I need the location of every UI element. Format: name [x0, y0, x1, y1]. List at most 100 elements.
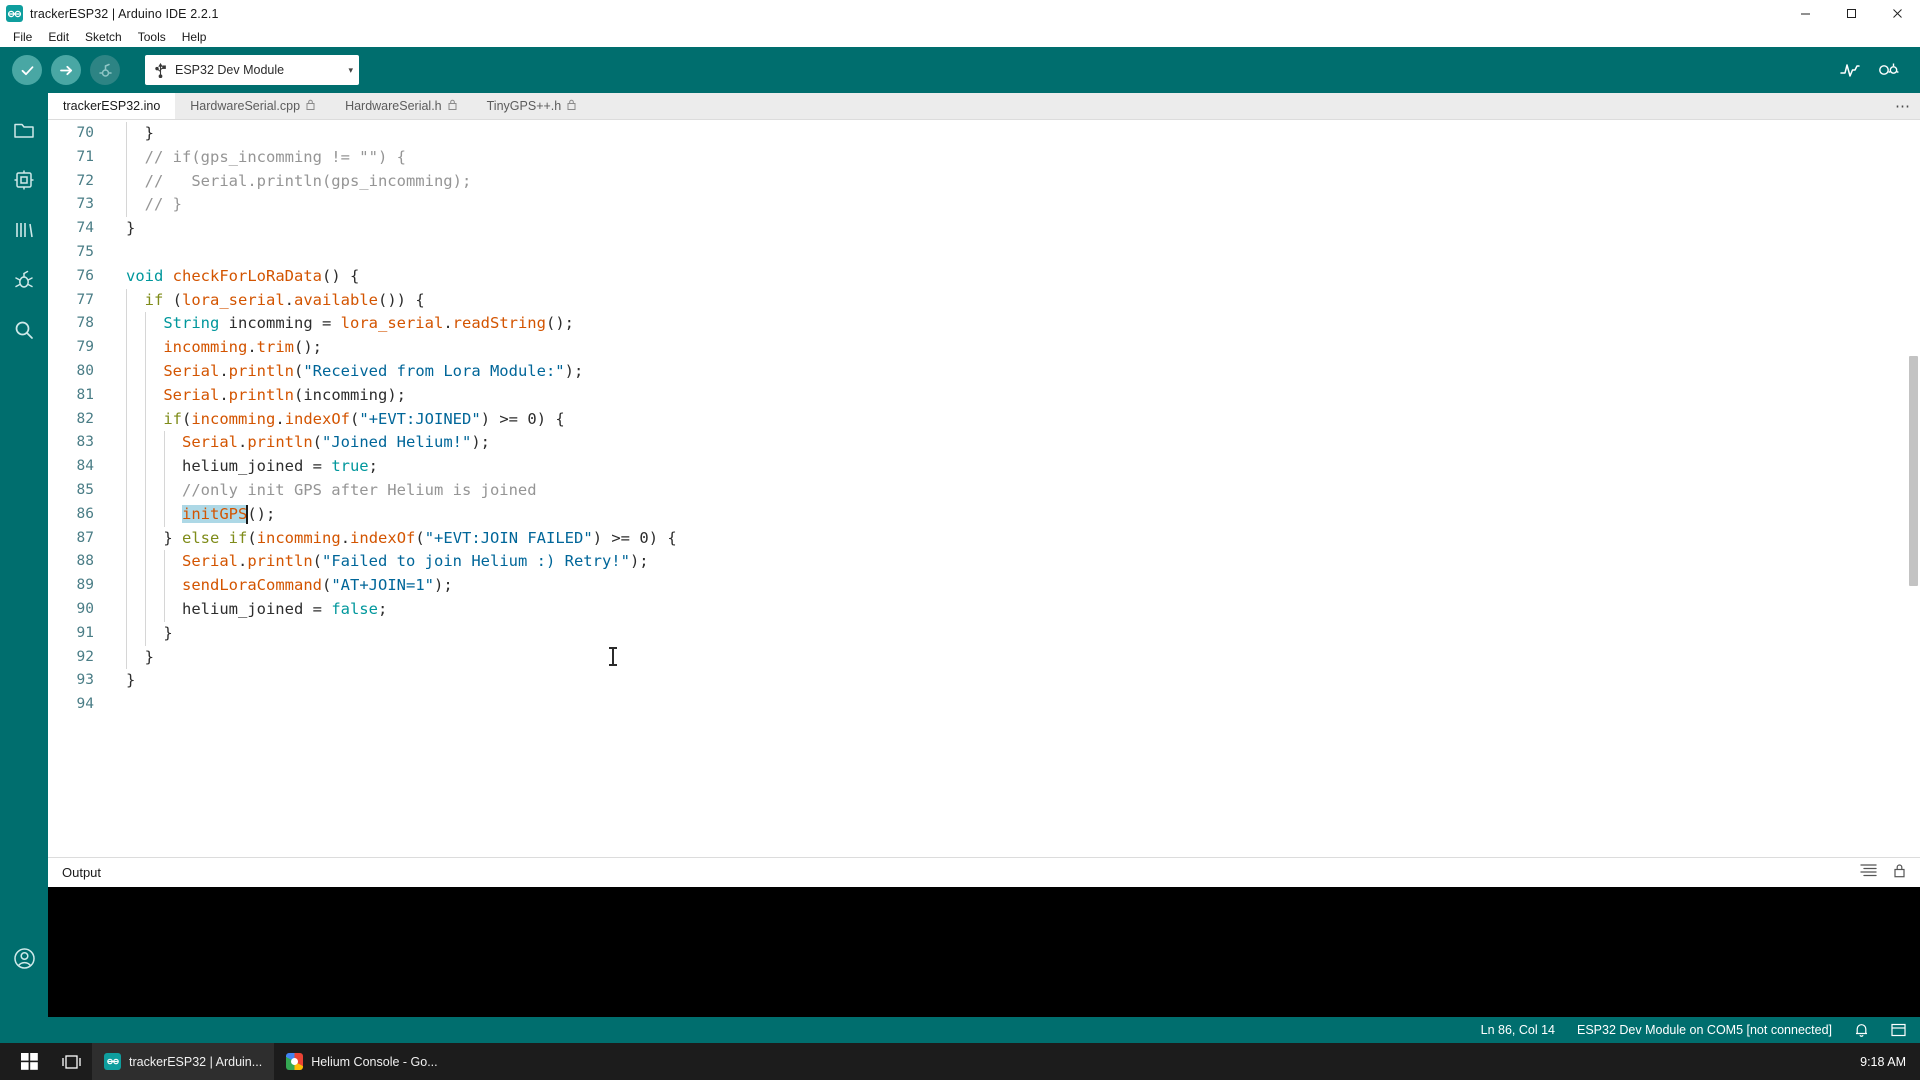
code-line[interactable]: 78 String incomming = lora_serial.readSt…: [48, 312, 1920, 336]
lock-icon: [306, 99, 315, 113]
code-token: // }: [126, 195, 182, 213]
start-button-icon[interactable]: [8, 1043, 50, 1080]
editor-scrollbar-thumb[interactable]: [1909, 356, 1918, 586]
sidebar-item-search[interactable]: [0, 305, 48, 355]
status-cursor-position[interactable]: Ln 86, Col 14: [1481, 1023, 1555, 1037]
code-line[interactable]: 84 helium_joined = true;: [48, 455, 1920, 479]
window-close-button[interactable]: [1874, 0, 1920, 27]
code-line[interactable]: 82 if(incomming.indexOf("+EVT:JOINED") >…: [48, 408, 1920, 432]
code-line-text: helium_joined = true;: [106, 455, 1920, 479]
taskbar-app-arduino[interactable]: trackerESP32 | Arduin...: [92, 1043, 274, 1080]
sidebar-item-sketchbook[interactable]: [0, 105, 48, 155]
menu-file[interactable]: File: [5, 27, 40, 47]
code-line-text: } else if(incomming.indexOf("+EVT:JOIN F…: [106, 527, 1920, 551]
lock-autoscroll-icon[interactable]: [1893, 863, 1906, 883]
code-token: "AT+JOIN=1": [331, 576, 434, 594]
code-line[interactable]: 91 }: [48, 622, 1920, 646]
code-line[interactable]: 74}: [48, 217, 1920, 241]
indent-guide: [145, 408, 146, 432]
code-token: }: [126, 624, 173, 642]
menu-edit[interactable]: Edit: [40, 27, 77, 47]
code-line[interactable]: 76void checkForLoRaData() {: [48, 265, 1920, 289]
code-token: println: [229, 362, 294, 380]
taskbar-clock[interactable]: 9:18 AM: [1860, 1055, 1906, 1069]
tab-hardwareserial-cpp[interactable]: HardwareSerial.cpp: [175, 93, 330, 119]
code-token: lora_serial: [341, 314, 444, 332]
code-line[interactable]: 71 // if(gps_incomming != "") {: [48, 146, 1920, 170]
status-bar: Ln 86, Col 14 ESP32 Dev Module on COM5 […: [0, 1017, 1920, 1043]
lock-icon: [448, 99, 457, 113]
window-minimize-button[interactable]: [1782, 0, 1828, 27]
board-selector[interactable]: ESP32 Dev Module ▾: [145, 55, 359, 85]
output-console[interactable]: [48, 887, 1920, 1017]
code-line[interactable]: 73 // }: [48, 193, 1920, 217]
code-token: "+EVT:JOIN FAILED": [425, 529, 593, 547]
board-settings-icon[interactable]: [1878, 60, 1900, 80]
menu-help[interactable]: Help: [174, 27, 215, 47]
status-board-port[interactable]: ESP32 Dev Module on COM5 [not connected]: [1577, 1023, 1832, 1037]
code-token: indexOf: [285, 410, 350, 428]
code-line[interactable]: 90 helium_joined = false;: [48, 598, 1920, 622]
output-title: Output: [62, 865, 101, 880]
code-line-text: }: [106, 217, 1920, 241]
menu-tools[interactable]: Tools: [130, 27, 174, 47]
tab-trackeresp32-ino[interactable]: trackerESP32.ino: [48, 93, 175, 119]
tab-hardwareserial-h[interactable]: HardwareSerial.h: [330, 93, 472, 119]
line-number: 73: [48, 193, 106, 217]
tab-tinygpsplusplus-h[interactable]: TinyGPS++.h: [472, 93, 592, 119]
line-number: 86: [48, 503, 106, 527]
tabs-more-button[interactable]: ⋯: [1886, 93, 1920, 119]
menu-sketch[interactable]: Sketch: [77, 27, 130, 47]
indent-guide: [164, 503, 165, 527]
editor-scrollbar[interactable]: [1906, 120, 1920, 857]
code-token: "Joined Helium!": [322, 433, 471, 451]
code-line[interactable]: 83 Serial.println("Joined Helium!");: [48, 431, 1920, 455]
code-line[interactable]: 86 initGPS();: [48, 503, 1920, 527]
code-line-text: }: [106, 622, 1920, 646]
code-line[interactable]: 70 }: [48, 122, 1920, 146]
code-line[interactable]: 75: [48, 241, 1920, 265]
code-line[interactable]: 81 Serial.println(incomming);: [48, 384, 1920, 408]
code-token: }: [126, 124, 154, 142]
sidebar-item-debug[interactable]: [0, 255, 48, 305]
code-editor[interactable]: 70 }71 // if(gps_incomming != "") {72 //…: [48, 120, 1920, 857]
window-maximize-button[interactable]: [1828, 0, 1874, 27]
code-line[interactable]: 85 //only init GPS after Helium is joine…: [48, 479, 1920, 503]
code-token: helium_joined =: [126, 457, 331, 475]
code-line[interactable]: 92 }: [48, 646, 1920, 670]
code-line[interactable]: 88 Serial.println("Failed to join Helium…: [48, 550, 1920, 574]
code-line[interactable]: 79 incomming.trim();: [48, 336, 1920, 360]
taskbar-app-helium-console[interactable]: Helium Console - Go...: [274, 1043, 449, 1080]
task-view-icon[interactable]: [50, 1043, 92, 1080]
code-line[interactable]: 93}: [48, 669, 1920, 693]
verify-button[interactable]: [12, 55, 42, 85]
activity-bar: [0, 93, 48, 1017]
code-token: ()) {: [378, 291, 425, 309]
debug-button[interactable]: [90, 55, 120, 85]
upload-button[interactable]: [51, 55, 81, 85]
line-number: 92: [48, 646, 106, 670]
code-token: (: [313, 552, 322, 570]
code-token: [126, 552, 182, 570]
code-line[interactable]: 89 sendLoraCommand("AT+JOIN=1");: [48, 574, 1920, 598]
code-line[interactable]: 94: [48, 693, 1920, 717]
account-avatar-icon[interactable]: [0, 933, 48, 983]
code-line[interactable]: 87 } else if(incomming.indexOf("+EVT:JOI…: [48, 527, 1920, 551]
code-line[interactable]: 80 Serial.println("Received from Lora Mo…: [48, 360, 1920, 384]
clear-output-icon[interactable]: [1860, 863, 1877, 883]
code-token: [126, 433, 182, 451]
code-token: );: [434, 576, 453, 594]
code-line[interactable]: 77 if (lora_serial.available()) {: [48, 289, 1920, 313]
code-line[interactable]: 72 // Serial.println(gps_incomming);: [48, 170, 1920, 194]
code-token: (incomming);: [294, 386, 406, 404]
panel-toggle-icon[interactable]: [1891, 1023, 1906, 1037]
serial-plotter-icon[interactable]: [1840, 60, 1860, 80]
code-token: .: [247, 338, 256, 356]
bell-icon[interactable]: [1854, 1022, 1869, 1038]
code-token: if: [229, 529, 248, 547]
indent-guide: [126, 170, 127, 194]
lock-icon: [567, 99, 576, 113]
sidebar-item-library-manager[interactable]: [0, 205, 48, 255]
code-line-text: void checkForLoRaData() {: [106, 265, 1920, 289]
sidebar-item-boards-manager[interactable]: [0, 155, 48, 205]
